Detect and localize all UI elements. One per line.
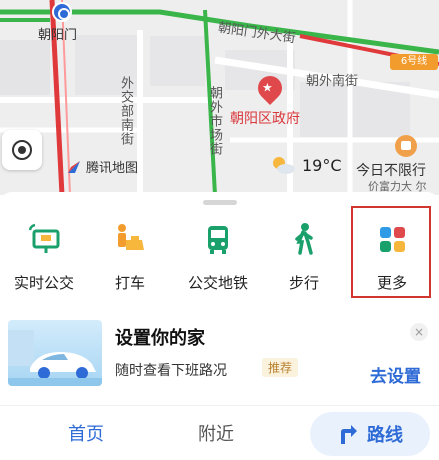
map-view[interactable]: 朝阳门 朝阳门外大街 朝外南街 外交部南街 朝外市场街 6号线 ★ 朝阳区政府 … <box>0 0 439 195</box>
road-badge: 6号线 <box>390 54 438 70</box>
quick-action-label: 实时公交 <box>13 274 74 292</box>
route-button[interactable]: 路线 <box>310 412 430 456</box>
banner-subtitle: 随时查看下班路况 <box>115 363 227 379</box>
road-label-market: 朝外市场街 <box>207 86 222 156</box>
notice-label[interactable]: 今日不限行 <box>356 160 426 180</box>
walk-icon <box>295 223 313 255</box>
quick-action-taxi[interactable]: 打车 <box>88 220 172 302</box>
tencent-map-logo-icon <box>68 160 80 173</box>
metro-station-icon[interactable] <box>52 2 72 22</box>
go-setup-button[interactable]: 去设置 <box>370 362 421 387</box>
road-label-south: 朝外南街 <box>306 74 359 89</box>
tab-nearby[interactable]: 附近 <box>198 420 234 446</box>
quick-action-realtime-bus[interactable]: 实时公交 <box>2 220 86 302</box>
quick-action-label: 公交地铁 <box>187 274 248 292</box>
highlight-box <box>351 206 431 298</box>
car-illustration-icon <box>8 330 102 386</box>
tab-home[interactable]: 首页 <box>68 420 104 446</box>
drag-handle[interactable] <box>203 200 237 205</box>
quick-actions: 实时公交 打车 公交地铁 步行 更多 <box>0 206 439 302</box>
route-arrow-icon <box>341 425 357 444</box>
landmark-label[interactable]: 朝阳区政府 <box>230 108 300 128</box>
route-label: 路线 <box>367 425 403 446</box>
brand-label: 腾讯地图 <box>86 161 139 176</box>
road-label-waijiao: 外交部南街 <box>118 76 133 146</box>
taxi-icon <box>118 224 144 250</box>
quick-action-label: 步行 <box>288 274 319 292</box>
quick-action-label: 打车 <box>114 274 145 292</box>
banner-car-image <box>8 320 102 386</box>
bottom-tabbar: 首页 附近 路线 <box>0 405 439 460</box>
station-label[interactable]: 朝阳门 <box>38 24 77 43</box>
locate-button[interactable] <box>2 130 42 170</box>
map-brand: 腾讯地图 <box>66 157 138 176</box>
temperature: 19°C <box>302 155 342 175</box>
weather-sun-cloud-icon <box>273 157 295 174</box>
quick-action-metro[interactable]: 公交地铁 <box>176 220 260 302</box>
shopping-bag-icon[interactable] <box>395 135 417 157</box>
realtime-bus-icon <box>28 223 60 253</box>
metro-icon <box>208 226 228 254</box>
set-home-banner[interactable]: 设置你的家 随时查看下班路况 推荐 × 去设置 <box>0 320 439 392</box>
weather-widget[interactable]: 19°C <box>270 154 342 176</box>
quick-action-walk[interactable]: 步行 <box>262 220 346 302</box>
close-icon[interactable]: × <box>410 323 428 341</box>
banner-title: 设置你的家 <box>115 328 205 349</box>
recommend-badge: 推荐 <box>262 358 299 377</box>
bottom-sheet: 实时公交 打车 公交地铁 步行 更多 设置你的家 随时查看下班路况 推荐 × 去… <box>0 192 439 460</box>
